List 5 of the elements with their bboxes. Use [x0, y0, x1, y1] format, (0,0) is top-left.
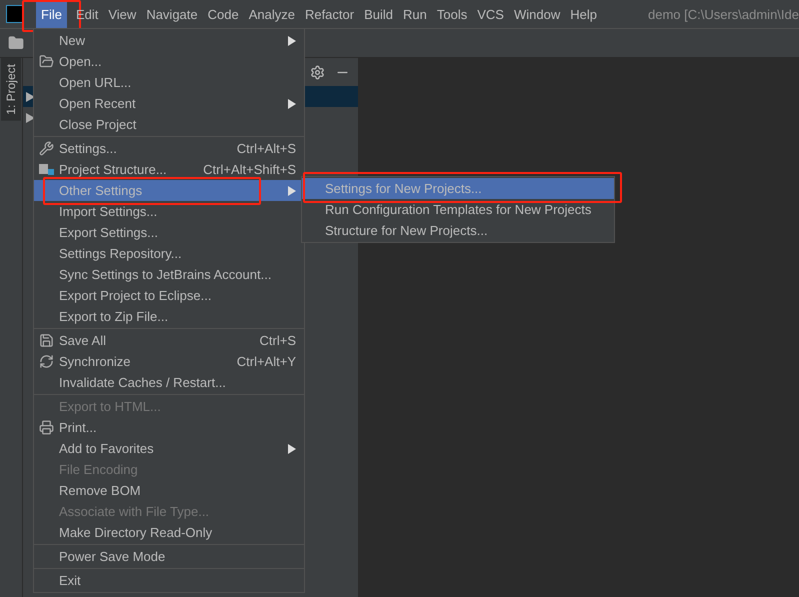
shortcut-label: Ctrl+S	[258, 333, 296, 348]
shortcut-label: Ctrl+Alt+Shift+S	[202, 162, 296, 177]
shortcut-label: Ctrl+Alt+Y	[236, 354, 296, 369]
window-title: demo [C:\Users\admin\Ide	[646, 6, 799, 22]
shortcut-label: Ctrl+Alt+S	[236, 141, 296, 156]
